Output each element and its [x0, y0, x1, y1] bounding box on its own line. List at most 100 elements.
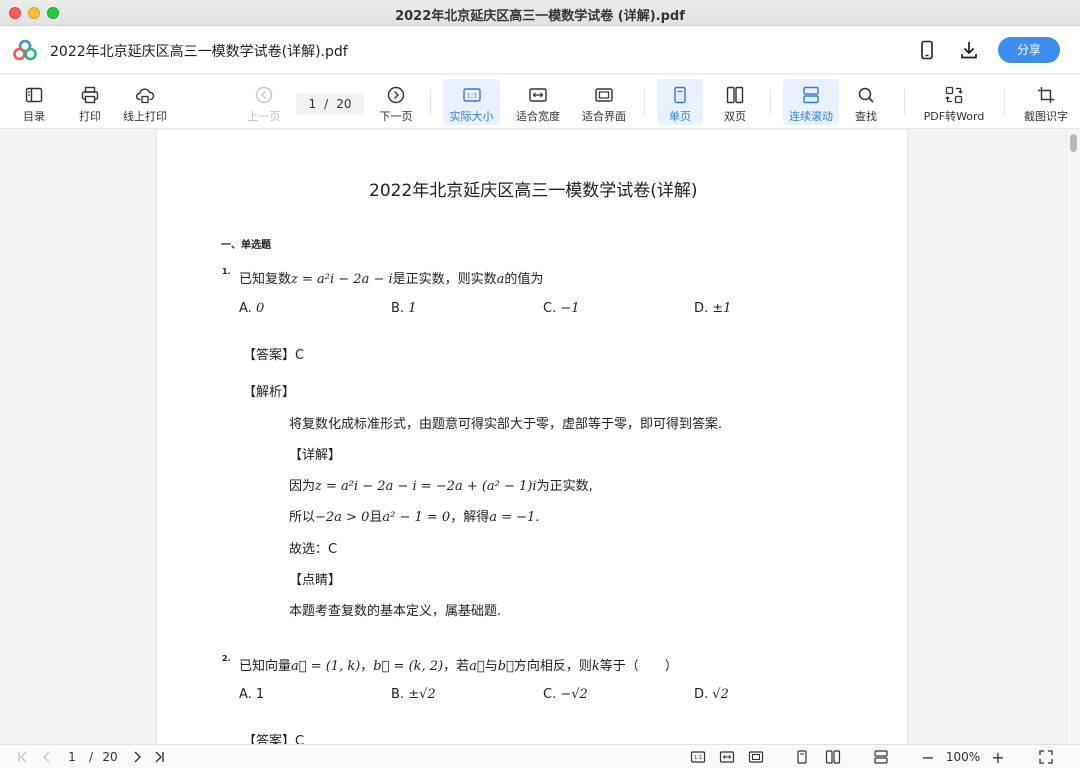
- sidebar-toc-icon: [25, 87, 43, 103]
- continuous-scroll-button[interactable]: 连续滚动: [783, 79, 839, 125]
- first-page-icon: [18, 751, 27, 763]
- toolbar-divider: [904, 89, 905, 115]
- question-number: 2.: [222, 654, 231, 663]
- comment-label: 【点睛】: [289, 573, 342, 588]
- toolbar-divider: [644, 89, 645, 115]
- chevron-left-icon: [43, 751, 50, 763]
- share-button[interactable]: 分享: [998, 37, 1060, 63]
- scrollbar-thumb[interactable]: [1070, 134, 1077, 152]
- vertical-scrollbar[interactable]: [1066, 130, 1080, 744]
- continuous-scroll-label: 连续滚动: [789, 110, 833, 123]
- last-page-button[interactable]: [150, 748, 168, 766]
- document-viewport[interactable]: 2022年北京延庆区高三一模数学试卷(详解) 一、单选题 1. 已知复数z = …: [0, 130, 1080, 744]
- actual-size-icon: 1:1: [690, 751, 706, 763]
- toolbar-divider: [430, 89, 431, 115]
- double-page-button[interactable]: 双页: [713, 79, 757, 125]
- print-label: 打印: [79, 110, 101, 123]
- page-separator: /: [88, 750, 94, 764]
- continuous-scroll-icon: [874, 750, 888, 764]
- prev-page-button[interactable]: 上一页: [244, 79, 284, 125]
- toolbar-divider: [770, 89, 771, 115]
- double-page-button[interactable]: [823, 748, 843, 766]
- single-page-button[interactable]: [792, 748, 812, 766]
- current-page[interactable]: 1: [64, 748, 80, 766]
- analysis-label: 【解析】: [243, 385, 296, 400]
- answer: 【答案】C: [243, 348, 305, 363]
- pdf-to-word-label: PDF转Word: [923, 110, 985, 123]
- single-page-icon: [797, 750, 807, 764]
- download-icon[interactable]: [958, 39, 980, 61]
- next-page-label: 下一页: [379, 110, 413, 123]
- fit-page-button[interactable]: 适合界面: [578, 79, 630, 125]
- detail-label: 【详解】: [289, 448, 342, 463]
- toolbar: 目录 打印 线上打印 上一页 1 / 20 下一页 1:1 实际大小 适合宽度 …: [0, 75, 1080, 129]
- search-icon: [858, 87, 874, 103]
- option-c: C. −√2: [543, 687, 588, 702]
- answer: 【答案】C: [243, 734, 305, 744]
- zoom-level[interactable]: 100%: [942, 748, 984, 766]
- svg-text:1:1: 1:1: [466, 92, 476, 100]
- detail-line-1: 因为z = a²i − 2a − i = −2a + (a² − 1)i为正实数…: [289, 479, 593, 494]
- last-page-icon: [155, 751, 164, 763]
- double-page-icon: [726, 86, 744, 104]
- option-c: C. −1: [543, 301, 580, 316]
- doc-heading: 2022年北京延庆区高三一模数学试卷(详解): [369, 181, 698, 201]
- fit-width-icon: [719, 751, 735, 763]
- fullscreen-button[interactable]: [1037, 748, 1055, 766]
- fit-width-label: 适合宽度: [516, 110, 560, 123]
- mobile-phone-icon[interactable]: [916, 39, 938, 61]
- fit-page-icon: [748, 751, 764, 763]
- status-bar: 1 / 20 1:1 − 100% +: [0, 744, 1080, 768]
- total-pages: 20: [102, 750, 118, 764]
- online-print-button[interactable]: 线上打印: [120, 79, 170, 125]
- fullscreen-icon: [1039, 750, 1053, 764]
- screenshot-ocr-button[interactable]: 截图识字: [1018, 79, 1074, 125]
- print-button[interactable]: 打印: [72, 79, 108, 125]
- actual-size-icon: 1:1: [462, 88, 481, 102]
- chevron-right-icon: [134, 751, 141, 763]
- continuous-scroll-icon: [803, 86, 819, 104]
- continuous-scroll-button[interactable]: [871, 748, 891, 766]
- toc-button[interactable]: 目录: [16, 79, 52, 125]
- prev-page-label: 上一页: [247, 110, 281, 123]
- detail-line-2: 所以−2a > 0且a² − 1 = 0，解得a = −1.: [289, 510, 540, 525]
- arrow-left-circle-icon: [255, 86, 273, 104]
- single-page-icon: [674, 86, 686, 104]
- question-1-stem: 已知复数z = a²i − 2a − i是正实数，则实数a的值为: [239, 272, 544, 287]
- option-a: A. 1: [239, 687, 265, 702]
- title-bar: 2022年北京延庆区高三一模数学试卷 (详解).pdf: [0, 0, 1080, 26]
- section-title: 一、单选题: [221, 240, 271, 251]
- printer-icon: [81, 86, 99, 104]
- zoom-in-button[interactable]: +: [989, 748, 1007, 767]
- option-b: B. ±√2: [391, 687, 436, 702]
- fit-width-icon: [529, 88, 547, 102]
- actual-size-label: 实际大小: [449, 110, 494, 123]
- fit-page-button[interactable]: [746, 748, 766, 766]
- option-b: B. 1: [391, 301, 417, 316]
- find-label: 查找: [855, 110, 877, 123]
- document-title: 2022年北京延庆区高三一模数学试卷(详解).pdf: [50, 44, 348, 60]
- actual-size-button[interactable]: 1:1: [688, 748, 708, 766]
- next-page-button[interactable]: 下一页: [376, 79, 416, 125]
- page-number-input[interactable]: 1 / 20: [296, 93, 364, 115]
- prev-page-button[interactable]: [38, 748, 56, 766]
- double-page-icon: [825, 750, 841, 764]
- svg-text:1:1: 1:1: [694, 755, 702, 761]
- convert-icon: [945, 86, 963, 104]
- arrow-right-circle-icon: [387, 86, 405, 104]
- actual-size-button[interactable]: 1:1 实际大小: [443, 79, 500, 125]
- online-print-label: 线上打印: [123, 110, 167, 123]
- find-button[interactable]: 查找: [848, 79, 884, 125]
- single-page-button[interactable]: 单页: [657, 79, 703, 125]
- fit-width-button[interactable]: [717, 748, 737, 766]
- first-page-button[interactable]: [14, 748, 32, 766]
- fit-width-button[interactable]: 适合宽度: [512, 79, 564, 125]
- analysis-text: 将复数化成标准形式，由题意可得实部大于零，虚部等于零，即可得到答案.: [289, 417, 723, 432]
- page-separator: /: [324, 97, 329, 111]
- pdf-to-word-button[interactable]: PDF转Word: [918, 79, 990, 125]
- app-logo-icon: [13, 39, 37, 61]
- option-d: D. ±1: [694, 301, 732, 316]
- next-page-button[interactable]: [128, 748, 146, 766]
- zoom-out-button[interactable]: −: [919, 748, 937, 767]
- crop-icon: [1038, 87, 1054, 103]
